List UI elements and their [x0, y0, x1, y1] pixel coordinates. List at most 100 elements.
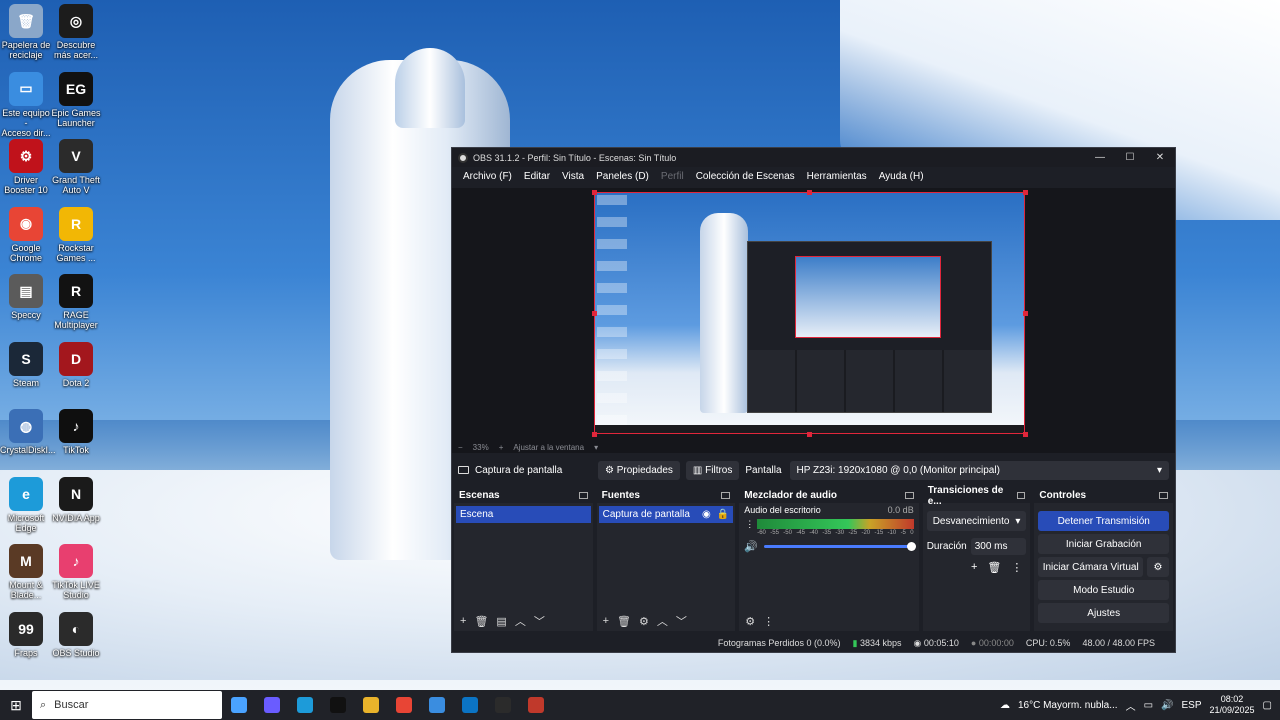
filters-button[interactable]: ▥ Filtros [685, 460, 740, 480]
add-transition-icon[interactable]: + [971, 561, 977, 574]
desktop-icon[interactable]: ⚙ Driver Booster 10 [0, 139, 52, 195]
undock-icon[interactable] [721, 492, 731, 499]
move-up-icon[interactable]: ︿ [657, 613, 668, 629]
desktop-icon[interactable]: EG Epic Games Launcher [50, 71, 102, 128]
desktop-icon[interactable]: S Steam [0, 341, 52, 388]
menu-coleccion-escenas[interactable]: Colección de Escenas [690, 171, 801, 182]
undock-icon[interactable] [1159, 492, 1168, 499]
desktop-icon[interactable]: M Mount & Blade... [0, 544, 52, 600]
menu-vista[interactable]: Vista [556, 171, 590, 182]
minimize-icon[interactable]: — [1085, 152, 1115, 163]
remove-scene-icon[interactable]: 🗑 [474, 615, 488, 628]
menu-perfil[interactable]: Perfil [655, 171, 690, 182]
speaker-icon[interactable]: 🔊 [744, 540, 758, 553]
language-indicator[interactable]: ESP [1181, 700, 1201, 711]
transition-select[interactable]: Desvanecimiento ▾ [926, 511, 1027, 531]
desktop-icon[interactable]: ◍ CrystalDiskI... [0, 409, 56, 455]
desktop-icon[interactable]: ♪ TikTok [50, 409, 102, 455]
network-icon[interactable]: ▭ [1144, 700, 1153, 711]
maximize-icon[interactable]: ☐ [1115, 152, 1145, 163]
weather-icon[interactable]: ☁ [1000, 700, 1010, 711]
desktop-icon[interactable]: 🗑 Papelera de reciclaje [0, 4, 52, 60]
desktop-icon[interactable]: R Rockstar Games ... [50, 206, 102, 263]
clock[interactable]: 08:02 21/09/2025 [1210, 694, 1255, 716]
taskbar-app-icon[interactable] [519, 690, 552, 720]
mixer-menu-icon[interactable]: ⋮ [763, 615, 774, 628]
volume-slider[interactable] [763, 542, 916, 551]
resize-handle[interactable] [592, 432, 597, 437]
zoom-in-button[interactable]: + [499, 443, 504, 452]
taskbar-app-icon[interactable] [486, 690, 519, 720]
undock-icon[interactable] [1016, 492, 1026, 499]
add-scene-icon[interactable]: + [460, 615, 466, 627]
desktop-icon[interactable]: R RAGE Multiplayer [50, 274, 102, 330]
desktop-icon[interactable]: e Microsoft Edge [0, 476, 52, 533]
resize-handle[interactable] [807, 432, 812, 437]
resize-handle[interactable] [1023, 190, 1028, 195]
weather-text[interactable]: 16°C Mayorm. nubla... [1018, 700, 1118, 711]
taskbar-search[interactable]: ⌕ Buscar [32, 691, 222, 719]
desktop-icon[interactable]: ▤ Speccy [0, 274, 52, 320]
taskbar-app-icon[interactable] [288, 690, 321, 720]
desktop-icon[interactable]: D Dota 2 [50, 341, 102, 388]
visibility-eye-icon[interactable]: ◉ [702, 509, 711, 520]
close-icon[interactable]: ✕ [1145, 152, 1175, 163]
desktop-icon[interactable]: ◎ Descubre más acer... [50, 4, 102, 60]
desktop-icon[interactable]: ▭ Este equipo - Acceso dir... [0, 71, 52, 138]
resize-handle[interactable] [1023, 311, 1028, 316]
taskbar-app-icon[interactable] [453, 690, 486, 720]
menu-editar[interactable]: Editar [518, 171, 556, 182]
source-item[interactable]: Captura de pantalla ◉ 🔒 [598, 506, 734, 523]
move-down-icon[interactable]: ﹀ [676, 613, 687, 629]
resize-handle[interactable] [1023, 432, 1028, 437]
start-recording-button[interactable]: Iniciar Grabación [1038, 534, 1169, 554]
obs-titlebar[interactable]: OBS 31.1.2 - Perfil: Sin Título - Escena… [452, 148, 1175, 167]
volume-icon[interactable]: 🔊 [1161, 700, 1173, 711]
move-up-icon[interactable]: ︿ [515, 613, 526, 629]
menu-ayuda[interactable]: Ayuda (H) [873, 171, 930, 182]
source-properties-gear-icon[interactable]: ⚙ [639, 615, 649, 628]
desktop-icon[interactable]: V Grand Theft Auto V [50, 139, 102, 195]
add-source-icon[interactable]: + [603, 615, 609, 627]
properties-button[interactable]: ⚙ Propiedades [598, 460, 680, 480]
volume-knob[interactable] [906, 542, 916, 551]
channel-menu-icon[interactable]: ⋮ [745, 519, 754, 530]
zoom-dropdown-icon[interactable]: ▾ [594, 443, 598, 452]
settings-button[interactable]: Ajustes [1038, 603, 1169, 623]
lock-icon[interactable]: 🔒 [717, 509, 729, 520]
scene-filters-icon[interactable]: ▤ [496, 615, 506, 628]
studio-mode-button[interactable]: Modo Estudio [1038, 580, 1169, 600]
windows-start-icon[interactable]: ⊞ [0, 697, 32, 714]
menu-paneles[interactable]: Paneles (D) [590, 171, 655, 182]
duration-input[interactable]: 300 ms [970, 537, 1027, 555]
advanced-audio-icon[interactable]: ⚙ [745, 615, 755, 628]
preview-canvas[interactable] [594, 192, 1025, 434]
scene-item[interactable]: Escena [456, 506, 591, 523]
resize-handle[interactable] [807, 190, 812, 195]
taskbar-app-icon[interactable] [387, 690, 420, 720]
desktop-icon[interactable]: 99 Fraps [0, 611, 52, 658]
taskbar-app-icon[interactable] [420, 690, 453, 720]
display-select[interactable]: HP Z23i: 1920x1080 @ 0,0 (Monitor princi… [789, 460, 1169, 480]
undock-icon[interactable] [578, 492, 588, 499]
menu-herramientas[interactable]: Herramientas [801, 171, 873, 182]
remove-transition-icon[interactable]: 🗑 [987, 561, 1001, 574]
transition-menu-icon[interactable]: ⋮ [1011, 561, 1022, 574]
undock-icon[interactable] [904, 492, 914, 499]
taskbar-app-icon[interactable] [255, 690, 288, 720]
notifications-icon[interactable]: ▢ [1263, 700, 1272, 711]
tray-chevron-icon[interactable]: ︿ [1126, 698, 1136, 713]
move-down-icon[interactable]: ﹀ [534, 613, 545, 629]
fit-to-window-button[interactable]: Ajustar a la ventana [513, 443, 584, 452]
zoom-out-button[interactable]: − [458, 443, 463, 452]
remove-source-icon[interactable]: 🗑 [617, 615, 631, 628]
desktop-icon[interactable]: ♪ TikTok LIVE Studio [50, 544, 102, 600]
menu-archivo[interactable]: Archivo (F) [457, 171, 518, 182]
stop-streaming-button[interactable]: Detener Transmisión [1038, 511, 1169, 531]
desktop-icon[interactable]: ◉ Google Chrome [0, 206, 52, 263]
desktop-icon[interactable]: N NVIDIA App [50, 476, 102, 523]
taskbar-app-icon[interactable] [354, 690, 387, 720]
taskbar-app-icon[interactable] [321, 690, 354, 720]
taskbar-app-icon[interactable] [222, 690, 255, 720]
resize-handle[interactable] [592, 190, 597, 195]
